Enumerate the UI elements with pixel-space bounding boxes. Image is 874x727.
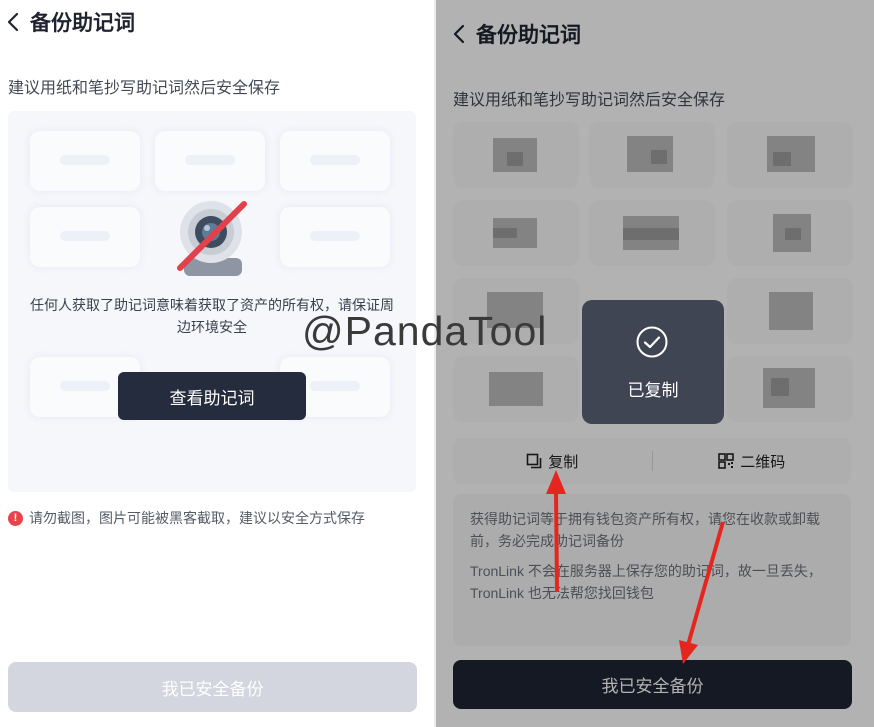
- back-button[interactable]: [0, 9, 26, 35]
- right-screen: 备份助记词 建议用纸和笔抄写助记词然后安全保存 复制 二维码 获得助记词等于拥有…: [436, 0, 874, 727]
- back-arrow-icon: [7, 12, 19, 32]
- blurred-word: [280, 131, 390, 191]
- screenshot-notice: ! 请勿截图，图片可能被黑客截取，建议以安全方式保存: [8, 508, 365, 528]
- notice-text: 请勿截图，图片可能被黑客截取，建议以安全方式保存: [29, 510, 365, 526]
- page-subtitle: 建议用纸和笔抄写助记词然后安全保存: [8, 80, 281, 97]
- view-mnemonic-button[interactable]: 查看助记词: [118, 372, 306, 420]
- confirm-backup-button-disabled[interactable]: 我已安全备份: [8, 662, 417, 712]
- blurred-word: [155, 131, 265, 191]
- page-title: 备份助记词: [30, 12, 135, 35]
- blurred-word: [280, 207, 390, 267]
- header: 备份助记词: [0, 0, 135, 44]
- warning-icon: !: [8, 510, 23, 526]
- watermark: @PandaTool: [302, 308, 548, 354]
- blurred-word: [30, 131, 140, 191]
- blurred-word: [30, 207, 140, 267]
- camera-blocked-icon: [177, 201, 247, 276]
- left-screen: 备份助记词 建议用纸和笔抄写助记词然后安全保存 任何人获取了助记词意味着获取了资…: [0, 0, 434, 727]
- annotation-arrows: [546, 470, 725, 664]
